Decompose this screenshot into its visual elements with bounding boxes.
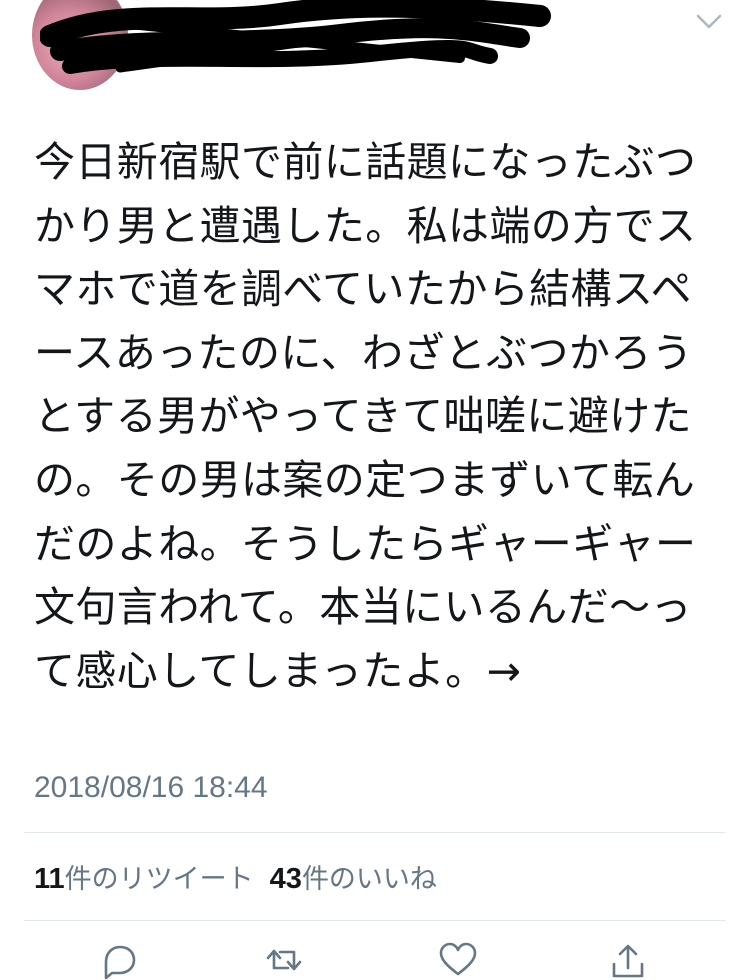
tweet-header	[0, 0, 749, 100]
tweet-text: 今日新宿駅で前に話題になったぶつかり男と遭遇した。私は端の方でスマホで道を調べて…	[34, 138, 697, 695]
divider	[24, 832, 725, 833]
retweet-icon[interactable]	[262, 940, 306, 980]
retweets-label: 件のリツイート	[64, 864, 254, 895]
heart-icon[interactable]	[436, 940, 480, 980]
likes-stat[interactable]: 43件のいいね	[269, 863, 437, 895]
reply-icon[interactable]	[98, 940, 142, 980]
retweets-count: 11	[34, 863, 65, 895]
divider	[24, 920, 725, 921]
tweet-stats: 11件のリツイート 43件のいいね	[34, 857, 437, 896]
retweets-stat[interactable]: 11件のリツイート	[34, 863, 254, 895]
redaction-scribble	[40, 0, 551, 74]
likes-count: 43	[269, 863, 302, 895]
likes-label: 件のいいね	[301, 864, 437, 895]
tweet-timestamp[interactable]: 2018/08/16 18:44	[34, 771, 268, 805]
share-icon[interactable]	[606, 940, 650, 980]
chevron-down-icon[interactable]	[694, 8, 724, 34]
